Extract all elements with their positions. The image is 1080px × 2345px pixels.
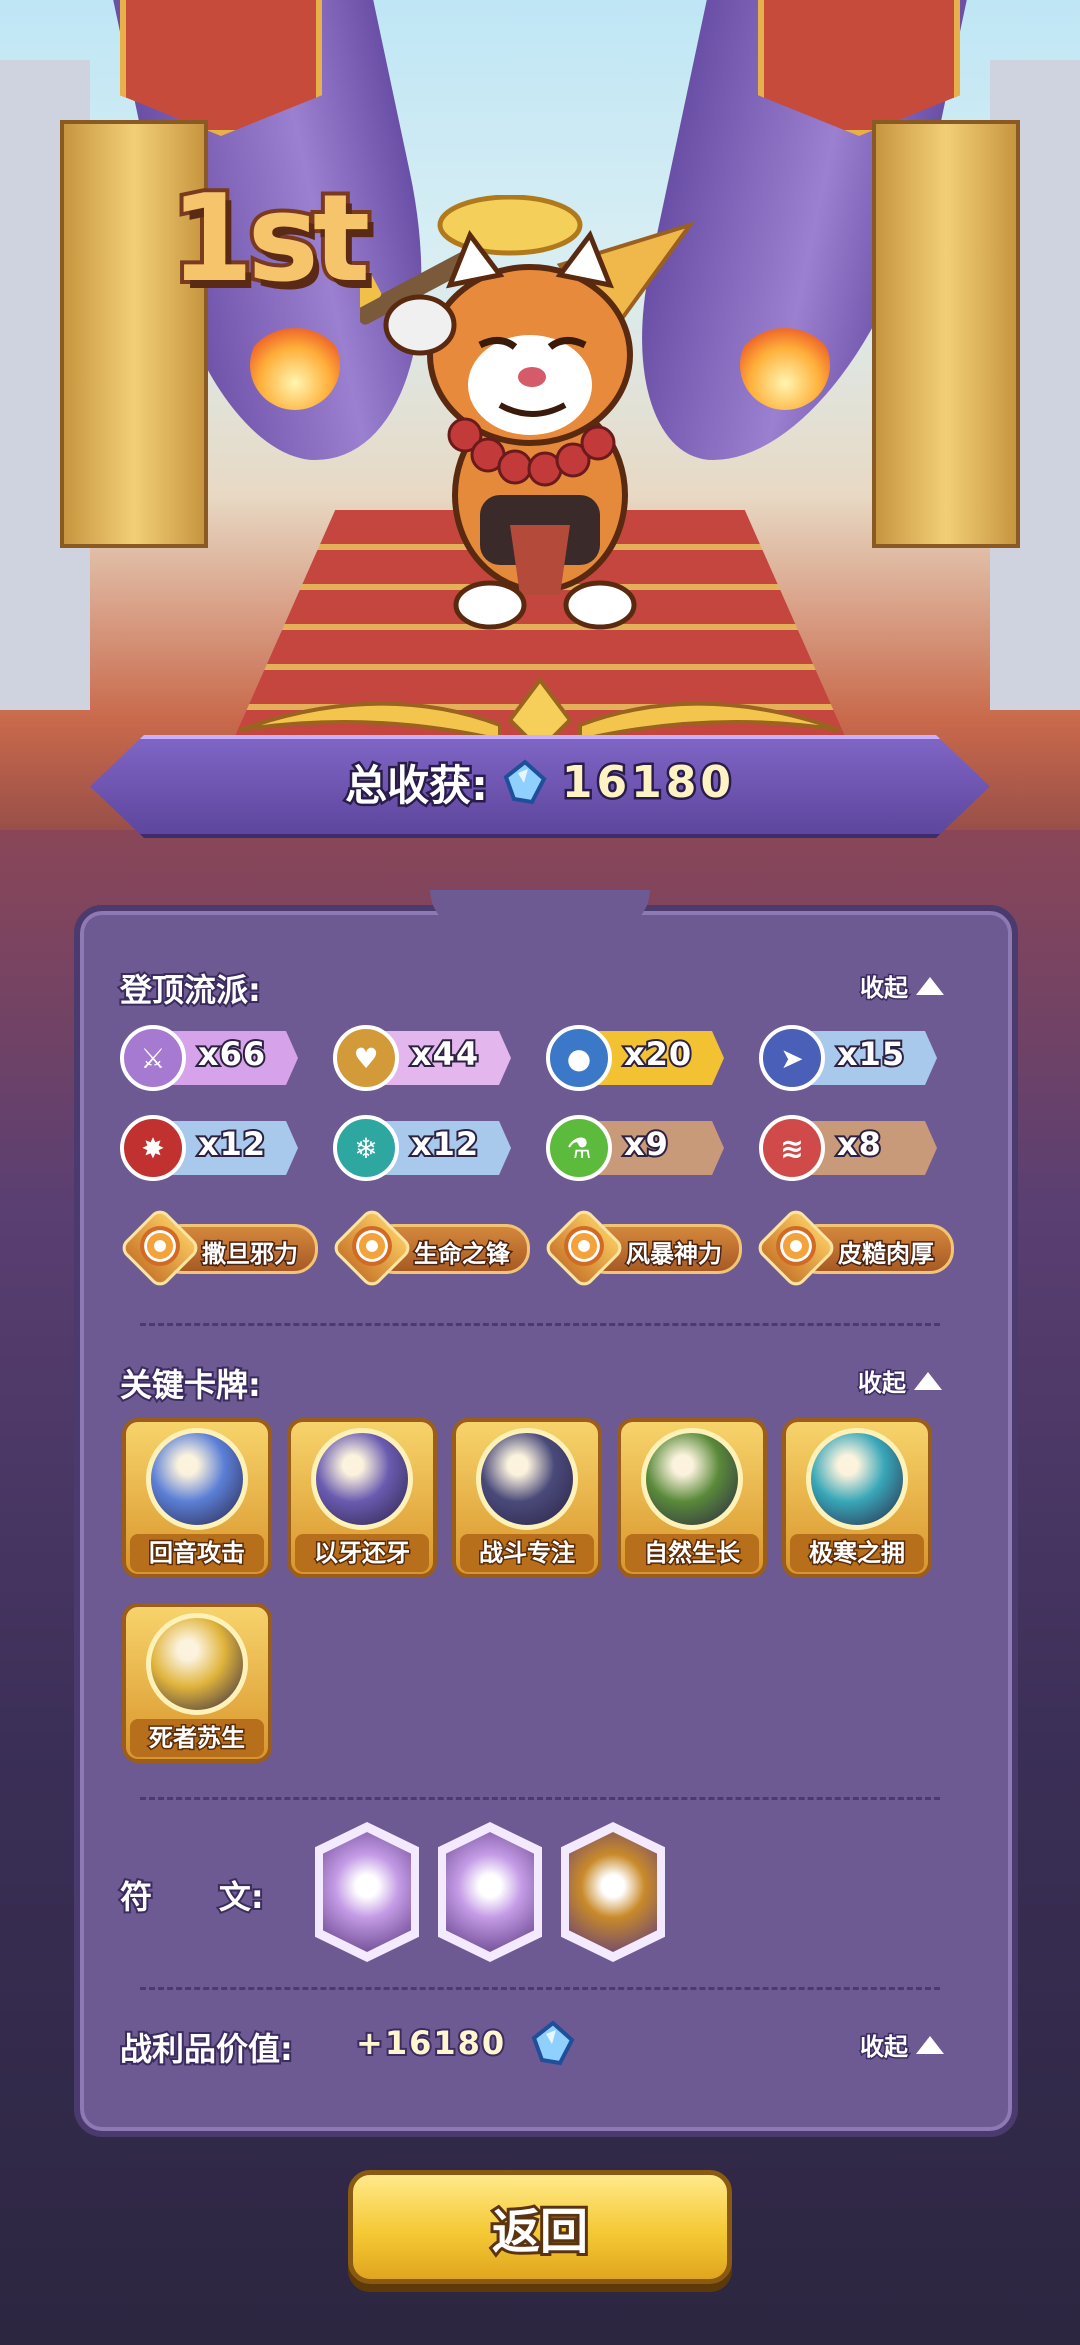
schools-collapse-button[interactable]: 收起 [859, 968, 944, 1004]
cards-collapse-button[interactable]: 收起 [857, 1363, 942, 1399]
claw-icon: ≋ [759, 1115, 825, 1181]
school-pill: ➤ x15 [759, 1025, 937, 1091]
chevron-up-icon [914, 1371, 942, 1390]
water-drop-icon: ● [546, 1025, 612, 1091]
snowflake-icon: ❄ [333, 1115, 399, 1181]
card-label: 自然生长 [625, 1534, 759, 1572]
key-card[interactable]: 回音攻击 [122, 1418, 272, 1578]
aura-label: 撒旦邪力 [201, 1239, 300, 1270]
aura-label: 皮糙肉厚 [837, 1239, 936, 1270]
sword-icon: ⚔ [120, 1025, 186, 1091]
loot-value: +16180 [354, 2022, 507, 2064]
boot-icon: ➤ [759, 1025, 825, 1091]
crystal-gem-icon [531, 2020, 575, 2066]
loot-collapse-label: 收起 [859, 2032, 910, 2063]
school-count: x12 [409, 1123, 480, 1165]
brazier-fire-left [250, 320, 340, 410]
aura-label: 生命之锋 [413, 1239, 512, 1270]
rune-face [569, 1832, 657, 1952]
swirl-icon [352, 1226, 392, 1266]
swirl-icon [564, 1226, 604, 1266]
loot-collapse-button[interactable]: 收起 [859, 2027, 944, 2063]
orb-rune-icon[interactable] [315, 1822, 419, 1962]
fist-rune-icon[interactable] [561, 1822, 665, 1962]
rune-face [323, 1832, 411, 1952]
winged-heart-icon [146, 1613, 248, 1715]
total-harvest-label: 总收获: [343, 758, 491, 812]
card-label: 极寒之拥 [790, 1534, 924, 1572]
key-card[interactable]: 战斗专注 [452, 1418, 602, 1578]
school-pill: ⚔ x66 [120, 1025, 298, 1091]
cards-title: 关键卡牌: [118, 1364, 263, 1406]
sword-slash-icon [146, 1428, 248, 1530]
runes-title: 符 文: [118, 1876, 266, 1918]
school-count: x9 [622, 1123, 670, 1165]
school-count: x8 [835, 1123, 883, 1165]
card-label: 以牙还牙 [295, 1534, 429, 1572]
aura-badge: 撒旦邪力 [118, 1206, 318, 1290]
key-card[interactable]: 以牙还牙 [287, 1418, 437, 1578]
pillar-right [872, 120, 1020, 548]
cat-fighter-icon [311, 1428, 413, 1530]
aura-badge: 皮糙肉厚 [754, 1206, 954, 1290]
heart-icon: ♥ [333, 1025, 399, 1091]
divider [140, 1797, 940, 1800]
chevron-up-icon [916, 976, 944, 995]
schools-collapse-label: 收起 [859, 973, 910, 1004]
swirl-icon [140, 1226, 180, 1266]
aura-label: 风暴神力 [625, 1239, 724, 1270]
total-harvest-value: 16180 [559, 754, 735, 810]
rune-face [446, 1832, 534, 1952]
brazier-fire-right [740, 320, 830, 410]
chevron-up-icon [916, 2035, 944, 2054]
divider [140, 1987, 940, 1990]
aura-badge: 风暴神力 [542, 1206, 742, 1290]
loot-title: 战利品价值: [118, 2028, 295, 2070]
key-card[interactable]: 极寒之拥 [782, 1418, 932, 1578]
schools-title: 登顶流派: [118, 969, 263, 1011]
swirl-icon [776, 1226, 816, 1266]
key-card[interactable]: 自然生长 [617, 1418, 767, 1578]
school-count: x20 [622, 1033, 693, 1075]
total-harvest-row: 总收获: 16180 [0, 752, 1080, 812]
school-pill: ≋ x8 [759, 1115, 937, 1181]
school-pill: ● x20 [546, 1025, 724, 1091]
school-pill: ✸ x12 [120, 1115, 298, 1181]
divider [140, 1323, 940, 1326]
frost-emblem-icon [806, 1428, 908, 1530]
card-label: 战斗专注 [460, 1534, 594, 1572]
school-count: x12 [196, 1123, 267, 1165]
school-pill: ♥ x44 [333, 1025, 511, 1091]
card-label: 死者苏生 [130, 1719, 264, 1757]
crystal-gem-icon [503, 759, 547, 805]
school-count: x15 [835, 1033, 906, 1075]
hooded-figure-icon [476, 1428, 578, 1530]
school-count: x44 [409, 1033, 480, 1075]
panel-notch [430, 890, 650, 930]
school-pill: ❄ x12 [333, 1115, 511, 1181]
heart-scroll-rune-icon[interactable] [438, 1822, 542, 1962]
cards-collapse-label: 收起 [857, 1368, 908, 1399]
key-card[interactable]: 死者苏生 [122, 1603, 272, 1763]
aura-badge: 生命之锋 [330, 1206, 530, 1290]
card-label: 回音攻击 [130, 1534, 264, 1572]
school-pill: ⚗ x9 [546, 1115, 724, 1181]
burst-icon: ✸ [120, 1115, 186, 1181]
tiger-hero-character [360, 195, 696, 630]
potion-icon: ⚗ [546, 1115, 612, 1181]
back-button[interactable]: 返回 [348, 2170, 732, 2284]
school-count: x66 [196, 1033, 267, 1075]
vine-icon [641, 1428, 743, 1530]
rank-badge: 1st [166, 166, 374, 313]
